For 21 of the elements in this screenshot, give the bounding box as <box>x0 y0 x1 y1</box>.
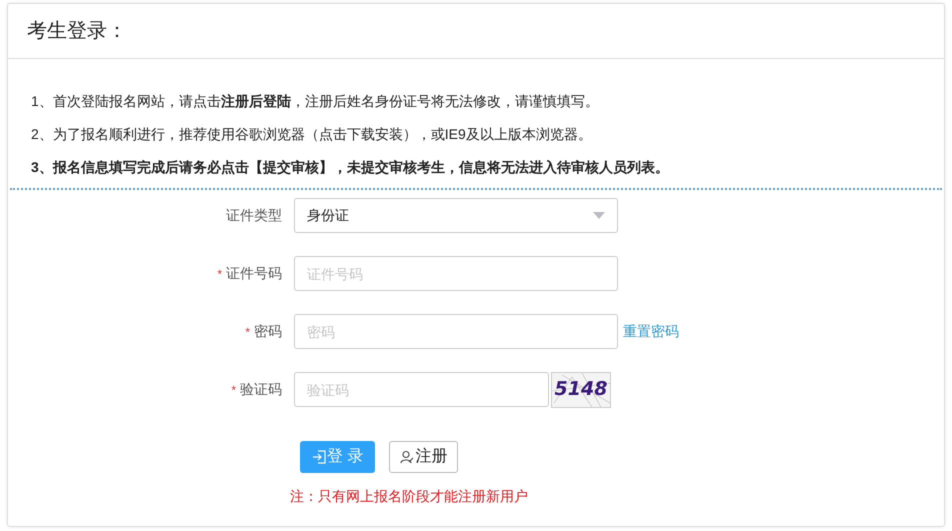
field-label: 验证码 <box>240 380 282 399</box>
field-label: 密码 <box>254 322 282 341</box>
card-title: 考生登录： <box>27 19 127 44</box>
input-field[interactable]: 验证码 <box>294 372 549 407</box>
field-label: 证件类型 <box>226 206 282 225</box>
required-mark: * <box>231 382 236 398</box>
login-icon <box>312 450 326 464</box>
registration-note: 注：只有网上报名阶段才能注册新用户 <box>290 488 528 504</box>
register-button[interactable]: 注册 <box>389 441 458 473</box>
captcha-image[interactable]: 5148 <box>551 372 611 408</box>
field-label: 证件号码 <box>226 264 282 283</box>
id-type-select[interactable]: 身份证 <box>294 198 618 233</box>
input-field[interactable]: 证件号码 <box>294 256 618 291</box>
notice-text: 1、首次登陆报名网站，请点击注册后登陆，注册后姓名身份证号将无法修改，请谨慎填写。 <box>31 92 600 111</box>
input-field[interactable]: 密码 <box>294 314 618 349</box>
required-mark: * <box>217 266 222 282</box>
required-mark: * <box>245 324 250 340</box>
notice-text: 3、报名信息填写完成后请务必点击【提交审核】，未提交审核考生，信息将无法进入待审核人员列表。 <box>31 158 670 177</box>
dropdown-caret-icon <box>593 212 605 219</box>
user-icon <box>400 450 414 464</box>
notice-text: 2、为了报名顺利进行，推荐使用谷歌浏览器（点击下载安装），或IE9及以上版本浏览器。 <box>31 125 593 144</box>
